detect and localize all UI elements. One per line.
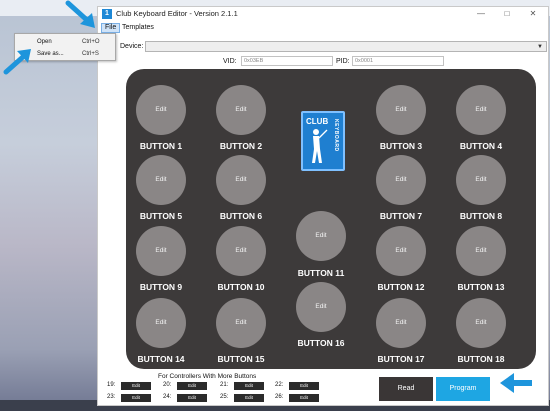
button-3-edit[interactable]: Edit [376,85,426,135]
button-11-edit[interactable]: Edit [296,211,346,261]
button-12-edit[interactable]: Edit [376,226,426,276]
menu-templates[interactable]: Templates [122,24,154,31]
pid-input[interactable]: 0x0001 [352,56,444,66]
button-8-label: BUTTON 8 [459,211,503,221]
button-2-label: BUTTON 2 [219,141,263,151]
keyboard-layout-board: Edit BUTTON 1 Edit BUTTON 2 Edit BUTTON … [126,69,536,369]
app-icon: 1 [102,9,112,19]
button-4-edit[interactable]: Edit [456,85,506,135]
button-6-label: BUTTON 6 [219,211,263,221]
logo-keyboard-text: KEYBOARD [333,119,339,152]
button-10-label: BUTTON 10 [217,282,265,292]
pid-label: PID: [336,58,350,65]
app-window: 1 Club Keyboard Editor - Version 2.1.1 —… [97,6,549,406]
button-14-label: BUTTON 14 [137,354,185,364]
extra-button-26-label: 26: [275,394,284,400]
button-15-label: BUTTON 15 [217,354,265,364]
button-8-edit[interactable]: Edit [456,155,506,205]
button-6-edit[interactable]: Edit [216,155,266,205]
club-keyboard-logo: CLUB KEYBOARD [301,111,345,171]
program-button[interactable]: Program [436,377,490,401]
close-button[interactable]: ✕ [526,8,540,20]
button-12-label: BUTTON 12 [377,282,425,292]
more-buttons-title: For Controllers With More Buttons [158,373,257,380]
extra-button-20-label: 20: [163,382,172,388]
read-button[interactable]: Read [379,377,433,401]
button-9-edit[interactable]: Edit [136,226,186,276]
extra-button-20-edit[interactable]: Edit [177,382,207,390]
button-16-label: BUTTON 16 [297,338,345,348]
vid-input[interactable]: 0x03EB [241,56,333,66]
vid-label: VID: [223,58,237,65]
maximize-button[interactable]: □ [500,8,514,20]
logo-club-text: CLUB [306,117,329,126]
extra-button-21-label: 21: [220,382,229,388]
arrow-pointing-file-icon [65,0,95,28]
menu-item-open-shortcut: Ctrl+O [82,39,100,45]
button-3-label: BUTTON 3 [379,141,423,151]
extra-button-19-edit[interactable]: Edit [121,382,151,390]
minimize-button[interactable]: — [474,8,488,20]
button-7-edit[interactable]: Edit [376,155,426,205]
window-title: Club Keyboard Editor - Version 2.1.1 [116,9,238,18]
button-7-label: BUTTON 7 [379,211,423,221]
button-2-edit[interactable]: Edit [216,85,266,135]
device-label: Device: [120,43,144,50]
extra-button-21-edit[interactable]: Edit [234,382,264,390]
button-18-label: BUTTON 18 [457,354,505,364]
extra-button-23-label: 23: [107,394,116,400]
chevron-down-icon: ▼ [537,44,543,50]
menu-item-save-as-label: Save as... [37,51,64,57]
button-13-edit[interactable]: Edit [456,226,506,276]
extra-button-22-label: 22: [275,382,284,388]
button-10-edit[interactable]: Edit [216,226,266,276]
extra-button-24-edit[interactable]: Edit [177,394,207,402]
button-1-label: BUTTON 1 [139,141,183,151]
button-13-label: BUTTON 13 [457,282,505,292]
menu-file[interactable]: File [101,23,121,33]
device-select[interactable]: ▼ [145,41,547,52]
menu-bar: File Templates [98,22,548,34]
button-18-edit[interactable]: Edit [456,298,506,348]
menu-item-open-label: Open [37,39,52,45]
button-15-edit[interactable]: Edit [216,298,266,348]
extra-button-22-edit[interactable]: Edit [289,382,319,390]
extra-button-24-label: 24: [163,394,172,400]
extra-button-26-edit[interactable]: Edit [289,394,319,402]
menu-item-save-as-shortcut: Ctrl+S [82,51,99,57]
button-17-label: BUTTON 17 [377,354,425,364]
button-17-edit[interactable]: Edit [376,298,426,348]
extra-button-25-label: 25: [220,394,229,400]
button-11-label: BUTTON 11 [297,268,345,278]
button-5-label: BUTTON 5 [139,211,183,221]
button-5-edit[interactable]: Edit [136,155,186,205]
button-4-label: BUTTON 4 [459,141,503,151]
button-16-edit[interactable]: Edit [296,282,346,332]
arrow-pointing-menu-icon [3,49,31,75]
title-bar[interactable]: 1 Club Keyboard Editor - Version 2.1.1 —… [98,7,548,22]
button-1-edit[interactable]: Edit [136,85,186,135]
button-9-label: BUTTON 9 [139,282,183,292]
golfer-icon [312,129,328,163]
button-14-edit[interactable]: Edit [136,298,186,348]
extra-button-19-label: 19: [107,382,116,388]
extra-button-25-edit[interactable]: Edit [234,394,264,402]
extra-button-23-edit[interactable]: Edit [121,394,151,402]
arrow-pointing-program-icon [500,373,532,393]
